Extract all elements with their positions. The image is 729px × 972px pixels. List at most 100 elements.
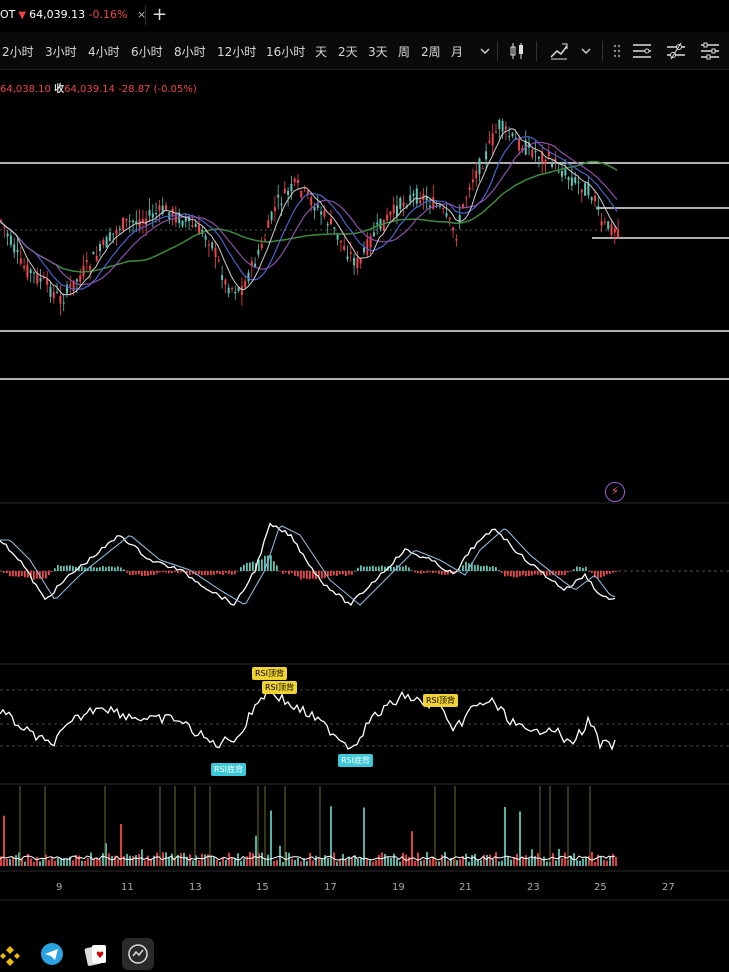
macd-bar [330,571,332,577]
candle-body [465,197,468,199]
volume-bar [561,858,563,866]
candle-body [475,170,478,179]
macd-bar [12,571,14,577]
macd-bar [147,571,149,576]
volume-bar [165,852,167,866]
macd-bar [276,565,278,571]
candle-body [577,181,580,184]
rsi-top-divergence-badge[interactable]: RSI顶背 [262,681,297,694]
macd-bar [345,571,347,577]
macd-bar [165,571,167,573]
candle-body [534,150,537,153]
volume-bar [414,861,416,866]
macd-bar [141,571,143,577]
macd-bar [486,565,488,571]
binance-icon[interactable] [0,938,26,970]
macd-bar [492,566,494,571]
telegram-icon[interactable] [36,938,68,970]
macd-bar [567,571,569,573]
macd-bar [54,568,56,571]
candle-body [610,224,613,236]
volume-bar [138,854,140,866]
candle-body [244,280,247,288]
volume-bar [72,860,74,866]
rsi-top-divergence-badge[interactable]: RSI顶背 [252,667,287,680]
macd-bar [462,565,464,571]
macd-bar [372,565,374,571]
volume-bar [249,852,251,866]
ma-blue-line [0,136,618,290]
macd-bar [279,571,281,572]
volume-bar [366,858,368,866]
chart-app-icon[interactable] [122,938,154,970]
volume-bar [24,861,26,866]
rsi-bottom-divergence-badge[interactable]: RSI底背 [211,763,246,776]
candle-body [9,235,12,245]
volume-bar [117,858,119,866]
macd-bar [72,566,74,571]
candle-body [36,273,39,284]
candle-body [204,235,207,240]
macd-bar [474,565,476,571]
candle-body [488,140,491,143]
macd-bar [48,571,50,576]
volume-bar [66,858,68,866]
macd-bar [417,571,419,574]
candle-body [234,291,237,294]
candle-body [194,224,197,228]
volume-bar [216,859,218,866]
volume-bar [111,856,113,866]
macd-bar [465,561,467,571]
macd-bar [174,571,176,572]
candle-body [386,214,389,221]
macd-bar [126,571,128,573]
macd-bar [156,571,158,574]
macd-bar [603,571,605,577]
cards-app-icon[interactable]: ♥ [80,938,112,970]
candle-body [326,223,329,226]
macd-bar [45,571,47,579]
volume-bar [78,855,80,866]
volume-bar [198,860,200,866]
macd-bar [534,571,536,575]
macd-bar [444,571,446,575]
candle-body [85,260,88,263]
candle-body [448,217,451,220]
candle-body [214,247,217,258]
candle-body [132,220,134,223]
candle-body [551,162,554,167]
candle-body [561,171,563,177]
candle-body [363,247,365,253]
volume-bar [438,861,440,866]
candle-body [191,225,194,227]
volume-bar [147,855,149,866]
macd-bar [291,571,293,574]
volume-bar [525,855,527,866]
macd-bar [537,571,539,575]
rsi-top-divergence-badge[interactable]: RSI顶背 [423,694,458,707]
volume-bar [39,861,41,866]
lightning-icon[interactable]: ⚡ [605,482,625,502]
volume-bar [471,855,473,866]
volume-bar [324,855,326,866]
candle-body [254,263,257,267]
x-axis-label: 25 [594,882,607,893]
macd-bar [231,571,233,575]
macd-bar [60,565,62,571]
macd-bar [246,562,248,571]
macd-bar [420,571,422,574]
rsi-bottom-divergence-badge[interactable]: RSI底背 [338,754,373,767]
macd-bar [597,571,599,579]
macd-bar [561,571,563,576]
candle-body [158,205,161,211]
macd-bar [189,571,191,575]
volume-bar [555,860,557,866]
volume-bar [516,853,518,866]
macd-bar [339,571,341,575]
macd-bar [237,570,239,572]
candle-body [366,239,369,255]
chart-canvas[interactable] [0,0,729,934]
candle-body [224,279,227,285]
macd-bar [414,571,416,573]
macd-bar [558,571,560,576]
